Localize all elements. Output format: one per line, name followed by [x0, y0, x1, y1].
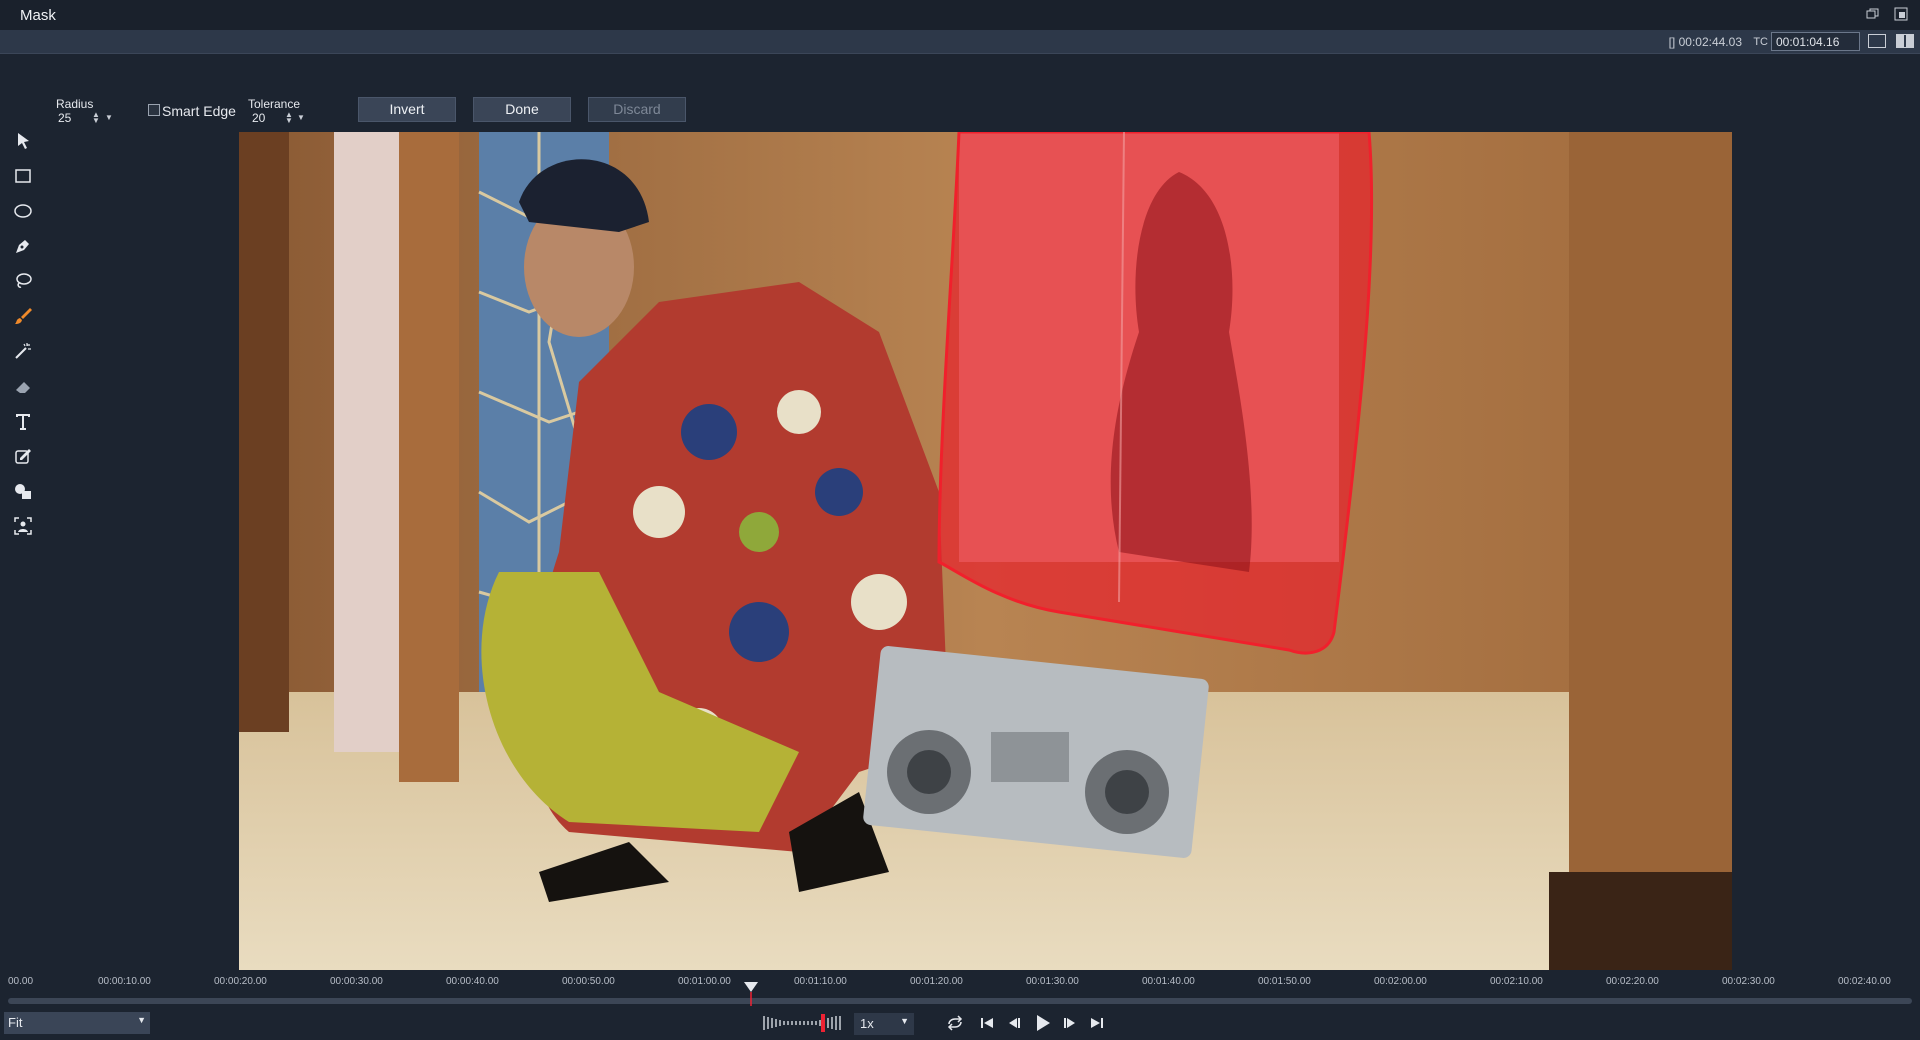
window-title: Mask — [20, 7, 56, 24]
smart-edge-label: Smart Edge — [162, 103, 236, 119]
smart-edge-checkbox[interactable] — [148, 104, 160, 116]
timeline-tick-label: 00:02:10.00 — [1490, 976, 1543, 987]
magic-wand-tool-icon[interactable] — [12, 340, 34, 362]
radius-value[interactable]: 25 — [58, 111, 71, 125]
timeline-tick-label: 00:00:40.00 — [446, 976, 499, 987]
radius-label: Radius — [56, 97, 94, 111]
eraser-tool-icon[interactable] — [12, 375, 34, 397]
ellipse-tool-icon[interactable] — [12, 200, 34, 222]
jog-shuttle-icon[interactable] — [762, 1014, 844, 1032]
timeline-tick-label: 00:01:20.00 — [910, 976, 963, 987]
tolerance-spinner-icon[interactable]: ▲ ▼ — [285, 111, 293, 125]
edit-tool-icon[interactable] — [12, 445, 34, 467]
timeline-tick-label: 00:01:40.00 — [1142, 976, 1195, 987]
rectangle-tool-icon[interactable] — [12, 165, 34, 187]
video-frame-image — [239, 132, 1732, 970]
go-to-end-icon[interactable] — [1088, 1015, 1106, 1031]
video-preview[interactable] — [239, 132, 1732, 970]
play-icon[interactable] — [1032, 1013, 1052, 1033]
radius-dropdown-icon[interactable]: ▼ — [105, 114, 113, 122]
radius-spinner-icon[interactable]: ▲ ▼ — [92, 111, 100, 125]
tolerance-value[interactable]: 20 — [252, 111, 265, 125]
tolerance-label: Tolerance — [248, 97, 301, 111]
preview-window-icon[interactable] — [1868, 34, 1886, 48]
speed-value: 1x — [860, 1016, 874, 1031]
invert-button[interactable]: Invert — [358, 97, 456, 122]
loop-icon[interactable] — [946, 1015, 964, 1031]
timeline-ruler[interactable]: 00.00 00:00:10.00 00:00:20.00 00:00:30.00 00… — [0, 970, 1920, 1010]
timeline-scrubber[interactable] — [8, 998, 1912, 1004]
playback-bar: Fit ▼ 1x ▼ — [0, 1010, 1920, 1040]
previous-frame-icon[interactable] — [1004, 1015, 1022, 1031]
go-to-start-icon[interactable] — [978, 1015, 996, 1031]
text-tool-icon[interactable] — [12, 410, 34, 432]
timeline-tick-label: 00:02:30.00 — [1722, 976, 1775, 987]
playhead-icon[interactable] — [743, 982, 759, 1006]
select-tool-icon[interactable] — [12, 130, 34, 152]
title-bar: Mask — [0, 0, 1920, 30]
restore-icon[interactable] — [1866, 7, 1880, 21]
mask-tools-toolbar — [0, 54, 45, 974]
done-button[interactable]: Done — [473, 97, 571, 122]
duration-value: 00:02:44.03 — [1678, 35, 1742, 49]
lasso-tool-icon[interactable] — [12, 270, 34, 292]
timeline-tick-label: 00:00:20.00 — [214, 976, 267, 987]
timeline-tick-label: 00:01:50.00 — [1258, 976, 1311, 987]
timecode-field[interactable]: 00:01:04.16 — [1771, 32, 1860, 51]
timeline-tick-label: 00:02:00.00 — [1374, 976, 1427, 987]
speed-select[interactable]: 1x ▼ — [854, 1013, 914, 1035]
zoom-value: Fit — [8, 1015, 23, 1030]
timeline-tick-label: 00:00:10.00 — [98, 976, 151, 987]
shapes-tool-icon[interactable] — [12, 480, 34, 502]
duration-display: [] 00:02:44.03 — [1669, 35, 1742, 49]
timeline-tick-label: 00:01:10.00 — [794, 976, 847, 987]
dual-view-icon[interactable] — [1896, 34, 1914, 48]
info-bar: [] 00:02:44.03 TC 00:01:04.16 — [0, 30, 1920, 54]
tolerance-dropdown-icon[interactable]: ▼ — [297, 114, 305, 122]
duration-icon: [] — [1668, 35, 1676, 49]
pen-tool-icon[interactable] — [12, 235, 34, 257]
brush-tool-icon[interactable] — [12, 305, 34, 327]
discard-button[interactable]: Discard — [588, 97, 686, 122]
timeline-tick-label: 00:02:20.00 — [1606, 976, 1659, 987]
zoom-select[interactable]: Fit ▼ — [4, 1012, 150, 1034]
timeline-tick-label: 00:01:00.00 — [678, 976, 731, 987]
timeline-tick-label: 00:02:40.00 — [1838, 976, 1891, 987]
timeline-tick-label: 00.00 — [8, 976, 34, 987]
zoom-dropdown-icon: ▼ — [137, 1015, 146, 1025]
next-frame-icon[interactable] — [1062, 1015, 1080, 1031]
speed-dropdown-icon: ▼ — [900, 1016, 909, 1026]
timeline-tick-label: 00:00:30.00 — [330, 976, 383, 987]
popout-icon[interactable] — [1894, 7, 1908, 21]
person-detect-tool-icon[interactable] — [12, 515, 34, 537]
tc-label: TC — [1753, 36, 1768, 48]
timeline-tick-label: 00:00:50.00 — [562, 976, 615, 987]
timeline-tick-label: 00:01:30.00 — [1026, 976, 1079, 987]
